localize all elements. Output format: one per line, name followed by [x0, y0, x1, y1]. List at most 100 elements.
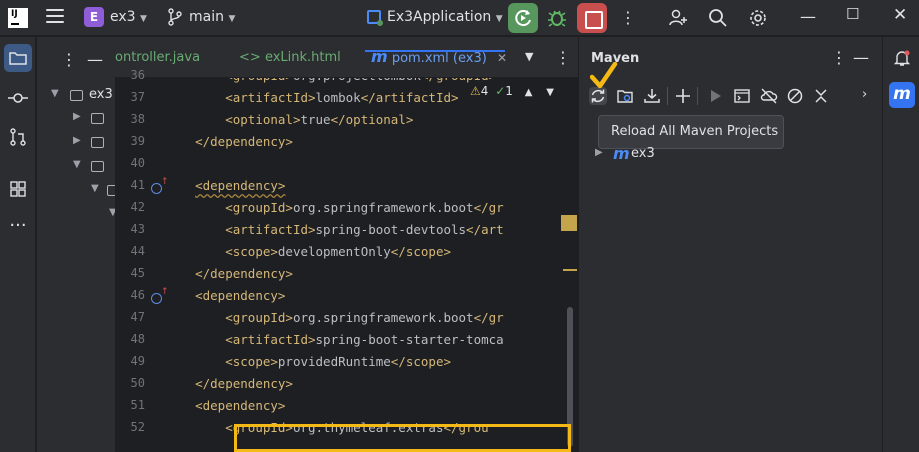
project-hide-icon[interactable]: —: [87, 50, 103, 69]
folder-icon: [91, 113, 104, 124]
prev-highlight-icon[interactable]: ▲: [525, 87, 533, 98]
code-line: <dependency>: [195, 178, 286, 193]
project-badge[interactable]: E: [84, 7, 104, 27]
maximize-icon[interactable]: ☐: [846, 5, 859, 23]
line-gutter: 36 37 38 39 40 41 42 43 44 45 46 47 48 49 50 51 52: [115, 68, 169, 452]
code-line: <scope>providedRuntime</scope>: [225, 354, 452, 369]
stop-button[interactable]: [577, 3, 607, 33]
run-config-selector[interactable]: Ex3Application ▼: [387, 9, 503, 25]
warning-marker[interactable]: [561, 215, 577, 231]
commit-tool-button[interactable]: [4, 84, 32, 112]
line-number: 50: [130, 376, 145, 390]
project-name: ex3: [110, 9, 136, 25]
close-tab-icon[interactable]: ✕: [497, 51, 507, 65]
structure-tool-button[interactable]: [4, 175, 32, 203]
structure-icon: [10, 181, 26, 197]
line-number: 40: [130, 156, 145, 170]
code-line: <groupId>org.springframework.boot</gr: [225, 200, 504, 215]
chevron-down-icon: ▼: [495, 14, 503, 24]
run-config-icon: [367, 10, 383, 26]
maven-more-icon[interactable]: ⋮: [831, 50, 847, 66]
code-line: <dependency>: [195, 398, 286, 413]
next-highlight-icon[interactable]: ▼: [546, 87, 554, 98]
execute-goal-icon[interactable]: [733, 87, 751, 105]
download-sources-icon[interactable]: [643, 87, 661, 105]
line-number: 43: [130, 222, 145, 236]
close-icon[interactable]: ✕: [893, 5, 907, 25]
code-line: <groupId>org.springframework.boot</gr: [225, 310, 504, 325]
minimize-icon[interactable]: —: [800, 7, 816, 26]
code-line: <scope>developmentOnly</scope>: [225, 244, 452, 259]
collapse-all-icon[interactable]: [812, 87, 830, 105]
line-number: 39: [130, 134, 145, 148]
run-maven-build-icon[interactable]: [706, 87, 724, 105]
tab-label: exLink.html: [264, 50, 341, 65]
pull-request-icon: [10, 128, 26, 146]
dependency-gutter-icon[interactable]: [151, 287, 169, 304]
search-icon[interactable]: [708, 8, 728, 28]
warning-icon: ⚠: [470, 84, 481, 98]
tree-row[interactable]: ▼: [37, 180, 115, 202]
editor-panel: ontroller.java <> exLink.html m pom.xml …: [115, 37, 578, 452]
line-number: 37: [130, 90, 145, 104]
more-tools-icon[interactable]: ···: [4, 215, 32, 243]
code-line: </dependency>: [195, 134, 293, 149]
tab-controller-java[interactable]: ontroller.java: [115, 50, 200, 65]
pull-requests-tool-button[interactable]: [4, 123, 32, 151]
tabs-dropdown-icon[interactable]: ▼: [525, 50, 533, 63]
rerun-button[interactable]: [508, 3, 538, 33]
expand-arrow-icon[interactable]: ▶: [73, 111, 81, 122]
toolbar-separator: [667, 87, 668, 105]
notifications-icon[interactable]: [893, 49, 911, 67]
dependency-gutter-icon[interactable]: [151, 177, 169, 194]
right-tool-strip: m: [882, 37, 919, 452]
add-user-icon[interactable]: [668, 8, 688, 28]
annotation-highlight-box: [234, 424, 571, 452]
project-selector[interactable]: ex3 ▼: [110, 9, 147, 25]
code-line: <groupId>org.projectlombok</groupId>: [165, 78, 496, 87]
project-more-icon[interactable]: ⋮: [61, 52, 77, 68]
branch-name: main: [189, 9, 224, 25]
annotation-checkmark-icon: [590, 62, 618, 89]
more-icon[interactable]: ⋮: [620, 10, 636, 26]
branch-selector[interactable]: main ▼: [189, 9, 235, 25]
tree-row-root[interactable]: ▼ ex3: [37, 85, 115, 107]
main-menu-icon[interactable]: [46, 9, 64, 25]
git-branch-icon[interactable]: [167, 8, 183, 26]
code-area[interactable]: <groupId>org.projectlombok</groupId> <ar…: [165, 78, 565, 452]
expand-arrow-icon[interactable]: ▼: [51, 88, 59, 99]
expand-arrow-icon[interactable]: ▼: [91, 183, 99, 194]
add-maven-project-icon[interactable]: [674, 87, 692, 105]
ok-count: 1: [505, 84, 513, 98]
active-tab-indicator: [365, 50, 505, 52]
chevron-down-icon: ▼: [228, 14, 236, 24]
chevron-down-icon: ▼: [140, 14, 147, 24]
tree-row[interactable]: ▶: [37, 132, 115, 154]
debug-button[interactable]: [542, 3, 572, 33]
inspection-widget[interactable]: ⚠4 ✓1 ▲ ▼: [470, 84, 554, 98]
tree-row[interactable]: ▶: [37, 108, 115, 130]
tab-exlink-html[interactable]: <> exLink.html: [239, 50, 341, 65]
line-number: 52: [130, 420, 145, 434]
project-tool-button[interactable]: [4, 44, 32, 72]
maven-hide-icon[interactable]: —: [853, 48, 869, 67]
expand-arrow-icon[interactable]: ▼: [73, 159, 81, 170]
maven-tool-button[interactable]: m: [889, 82, 915, 108]
folder-icon: [107, 185, 115, 196]
tree-row[interactable]: ▼: [37, 156, 115, 178]
expand-arrow-icon[interactable]: ▶: [73, 135, 81, 146]
warning-count: 4: [480, 84, 489, 98]
tabs-more-icon[interactable]: ⋮: [555, 50, 571, 66]
tree-row[interactable]: ▼: [37, 204, 115, 226]
expand-arrow-icon[interactable]: ▶: [595, 147, 603, 158]
code-line: <optional>true</optional>: [225, 112, 414, 127]
offline-mode-icon[interactable]: [760, 87, 778, 105]
maven-project-icon: m: [613, 144, 630, 163]
generate-sources-icon[interactable]: [616, 87, 634, 105]
toolbar-overflow-icon[interactable]: ›: [862, 87, 867, 102]
warning-stripe[interactable]: [563, 269, 577, 271]
folder-icon: [9, 52, 27, 65]
gear-icon[interactable]: [748, 8, 768, 28]
skip-tests-icon[interactable]: [786, 87, 804, 105]
maven-tree-row-ex3[interactable]: ▶ m ex3: [595, 144, 715, 165]
